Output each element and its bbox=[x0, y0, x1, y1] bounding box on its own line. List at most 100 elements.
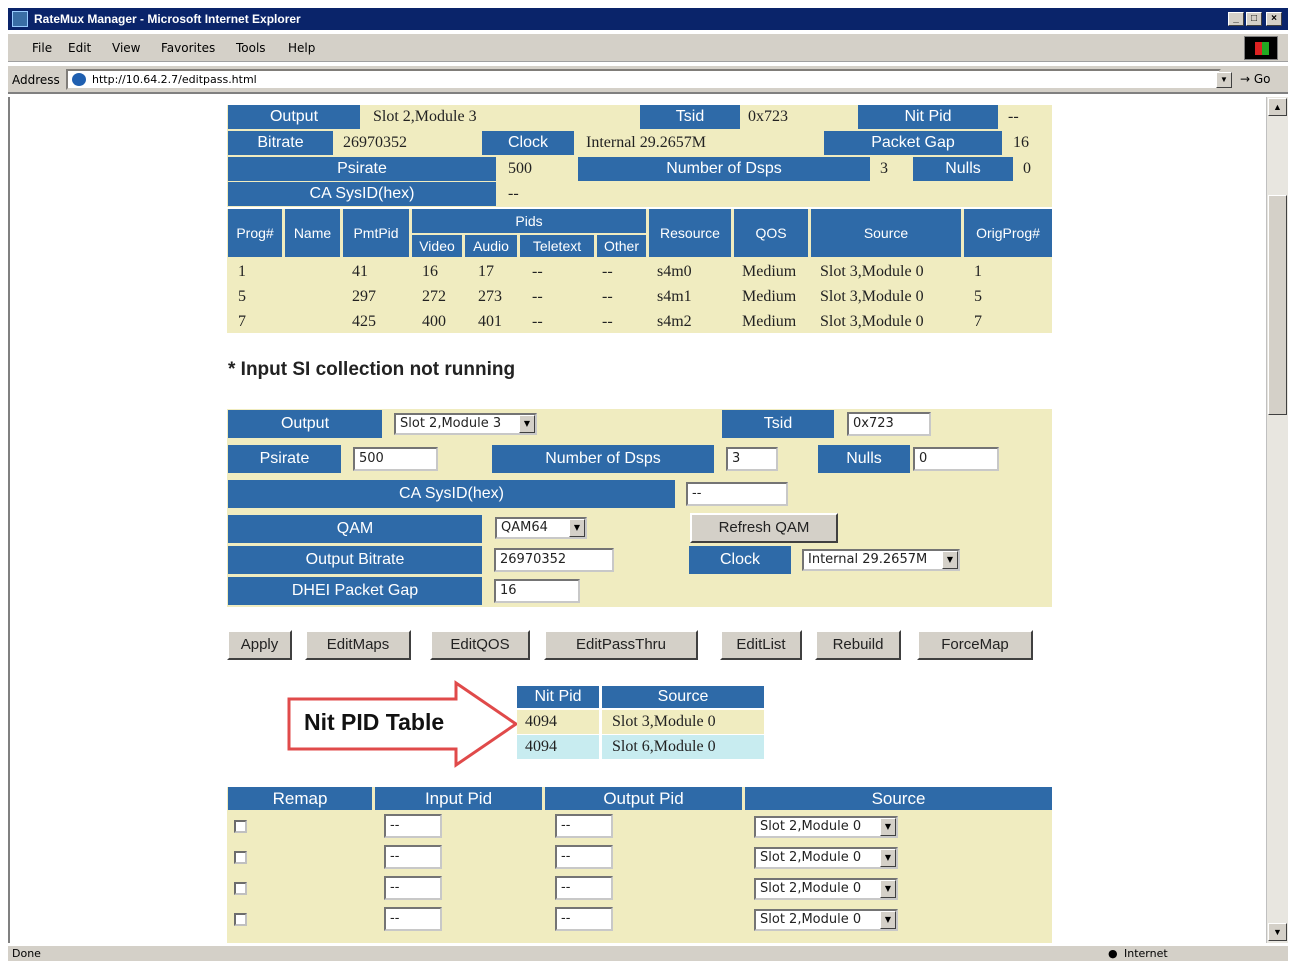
cell-qos: Medium bbox=[742, 263, 797, 280]
summary-output-value: Slot 2,Module 3 bbox=[365, 105, 635, 129]
status-zone: Internet bbox=[1124, 947, 1168, 960]
output-select-value: Slot 2,Module 3 bbox=[400, 416, 502, 431]
cell-pmtpid: 297 bbox=[352, 288, 376, 305]
cell-audio: 401 bbox=[478, 313, 502, 330]
remap-checkbox[interactable] bbox=[234, 882, 247, 895]
menu-help[interactable]: Help bbox=[288, 41, 315, 55]
remap-col-source: Source bbox=[745, 787, 1052, 810]
page-icon bbox=[72, 73, 86, 86]
cell-teletext: -- bbox=[532, 263, 543, 280]
cell-teletext: -- bbox=[532, 313, 543, 330]
edit-passthru-button[interactable]: EditPassThru bbox=[544, 630, 698, 660]
source-select[interactable]: Slot 2,Module 0 ▼ bbox=[754, 909, 898, 931]
vertical-scrollbar[interactable]: ▲ ▼ bbox=[1266, 97, 1288, 943]
force-map-button[interactable]: ForceMap bbox=[917, 630, 1033, 660]
address-input[interactable]: http://10.64.2.7/editpass.html bbox=[66, 69, 1221, 90]
chevron-down-icon: ▼ bbox=[942, 551, 958, 569]
remap-table bbox=[227, 787, 1052, 943]
summary-nitpid-label: Nit Pid bbox=[858, 105, 998, 129]
dhei-packet-gap-input[interactable]: 16 bbox=[494, 579, 580, 603]
psirate-input[interactable]: 500 bbox=[353, 447, 438, 471]
source-select-value: Slot 2,Module 0 bbox=[760, 881, 862, 896]
summary-numdsps-value: 3 bbox=[872, 157, 912, 181]
status-text: Done bbox=[12, 947, 41, 960]
source-select[interactable]: Slot 2,Module 0 ▼ bbox=[754, 847, 898, 869]
col-name: Name bbox=[285, 209, 340, 257]
cell-teletext: -- bbox=[532, 288, 543, 305]
nit-cell-source: Slot 3,Module 0 bbox=[602, 710, 764, 734]
remap-checkbox[interactable] bbox=[234, 851, 247, 864]
input-pid-input[interactable]: -- bbox=[384, 876, 442, 900]
output-pid-input[interactable]: -- bbox=[555, 814, 613, 838]
address-dropdown-icon[interactable]: ▼ bbox=[1216, 72, 1232, 88]
edit-maps-button[interactable]: EditMaps bbox=[305, 630, 411, 660]
menu-view[interactable]: View bbox=[112, 41, 140, 55]
output-pid-input[interactable]: -- bbox=[555, 907, 613, 931]
nit-pid-callout-label: Nit PID Table bbox=[304, 709, 445, 735]
col-pmtpid: PmtPid bbox=[343, 209, 409, 257]
nulls-input[interactable]: 0 bbox=[913, 447, 999, 471]
remap-checkbox[interactable] bbox=[234, 820, 247, 833]
source-select[interactable]: Slot 2,Module 0 ▼ bbox=[754, 878, 898, 900]
output-pid-input[interactable]: -- bbox=[555, 845, 613, 869]
summary-psirate-label: Psirate bbox=[228, 157, 496, 181]
edit-qos-button[interactable]: EditQOS bbox=[430, 630, 530, 660]
close-button[interactable]: × bbox=[1266, 12, 1282, 26]
cell-prog: 7 bbox=[238, 313, 246, 330]
cell-qos: Medium bbox=[742, 313, 797, 330]
cell-other: -- bbox=[602, 263, 613, 280]
tsid-input[interactable]: 0x723 bbox=[847, 412, 931, 436]
rebuild-button[interactable]: Rebuild bbox=[815, 630, 901, 660]
cell-other: -- bbox=[602, 288, 613, 305]
summary-bitrate-value: 26970352 bbox=[335, 131, 480, 155]
scroll-up-icon[interactable]: ▲ bbox=[1268, 98, 1287, 116]
qam-select[interactable]: QAM64 ▼ bbox=[495, 517, 587, 539]
refresh-qam-button[interactable]: Refresh QAM bbox=[690, 513, 838, 543]
remap-col-remap: Remap bbox=[228, 787, 372, 810]
menu-edit[interactable]: Edit bbox=[68, 41, 91, 55]
cell-source: Slot 3,Module 0 bbox=[820, 288, 924, 305]
window-title-bar: RateMux Manager - Microsoft Internet Exp… bbox=[8, 8, 1288, 30]
output-bitrate-input[interactable]: 26970352 bbox=[494, 548, 614, 572]
go-button[interactable]: → Go bbox=[1240, 72, 1271, 86]
col-teletext: Teletext bbox=[520, 235, 594, 257]
chevron-down-icon: ▼ bbox=[880, 880, 896, 898]
input-pid-input[interactable]: -- bbox=[384, 845, 442, 869]
col-prog: Prog# bbox=[228, 209, 282, 257]
nit-cell-pid: 4094 bbox=[517, 710, 599, 734]
col-video: Video bbox=[412, 235, 462, 257]
apply-button[interactable]: Apply bbox=[227, 630, 292, 660]
menu-tools[interactable]: Tools bbox=[236, 41, 266, 55]
source-select-value: Slot 2,Module 0 bbox=[760, 850, 862, 865]
numdsps-input[interactable]: 3 bbox=[726, 447, 778, 471]
remap-col-input: Input Pid bbox=[375, 787, 542, 810]
source-select[interactable]: Slot 2,Module 0 ▼ bbox=[754, 816, 898, 838]
scroll-down-icon[interactable]: ▼ bbox=[1268, 923, 1287, 941]
maximize-button[interactable]: □ bbox=[1246, 12, 1262, 26]
cell-origprog: 7 bbox=[974, 313, 982, 330]
menu-favorites[interactable]: Favorites bbox=[161, 41, 215, 55]
summary-tsid-value: 0x723 bbox=[740, 105, 850, 129]
cell-resource: s4m1 bbox=[657, 288, 692, 305]
chevron-down-icon: ▼ bbox=[880, 911, 896, 929]
nit-cell-source: Slot 6,Module 0 bbox=[602, 735, 764, 759]
cell-video: 16 bbox=[422, 263, 438, 280]
input-pid-input[interactable]: -- bbox=[384, 907, 442, 931]
form-tsid-label: Tsid bbox=[722, 410, 834, 438]
minimize-button[interactable]: _ bbox=[1228, 12, 1244, 26]
output-pid-input[interactable]: -- bbox=[555, 876, 613, 900]
clock-select[interactable]: Internal 29.2657M ▼ bbox=[802, 549, 960, 571]
remap-checkbox[interactable] bbox=[234, 913, 247, 926]
scroll-thumb[interactable] bbox=[1268, 195, 1287, 415]
col-source: Source bbox=[811, 209, 961, 257]
nit-col-nitpid: Nit Pid bbox=[517, 686, 599, 708]
cell-prog: 5 bbox=[238, 288, 246, 305]
casysid-input[interactable]: -- bbox=[686, 482, 788, 506]
edit-list-button[interactable]: EditList bbox=[720, 630, 802, 660]
input-pid-input[interactable]: -- bbox=[384, 814, 442, 838]
cell-resource: s4m2 bbox=[657, 313, 692, 330]
menu-file[interactable]: File bbox=[32, 41, 52, 55]
cell-origprog: 5 bbox=[974, 288, 982, 305]
output-select[interactable]: Slot 2,Module 3 ▼ bbox=[394, 413, 537, 435]
summary-clock-label: Clock bbox=[482, 131, 574, 155]
